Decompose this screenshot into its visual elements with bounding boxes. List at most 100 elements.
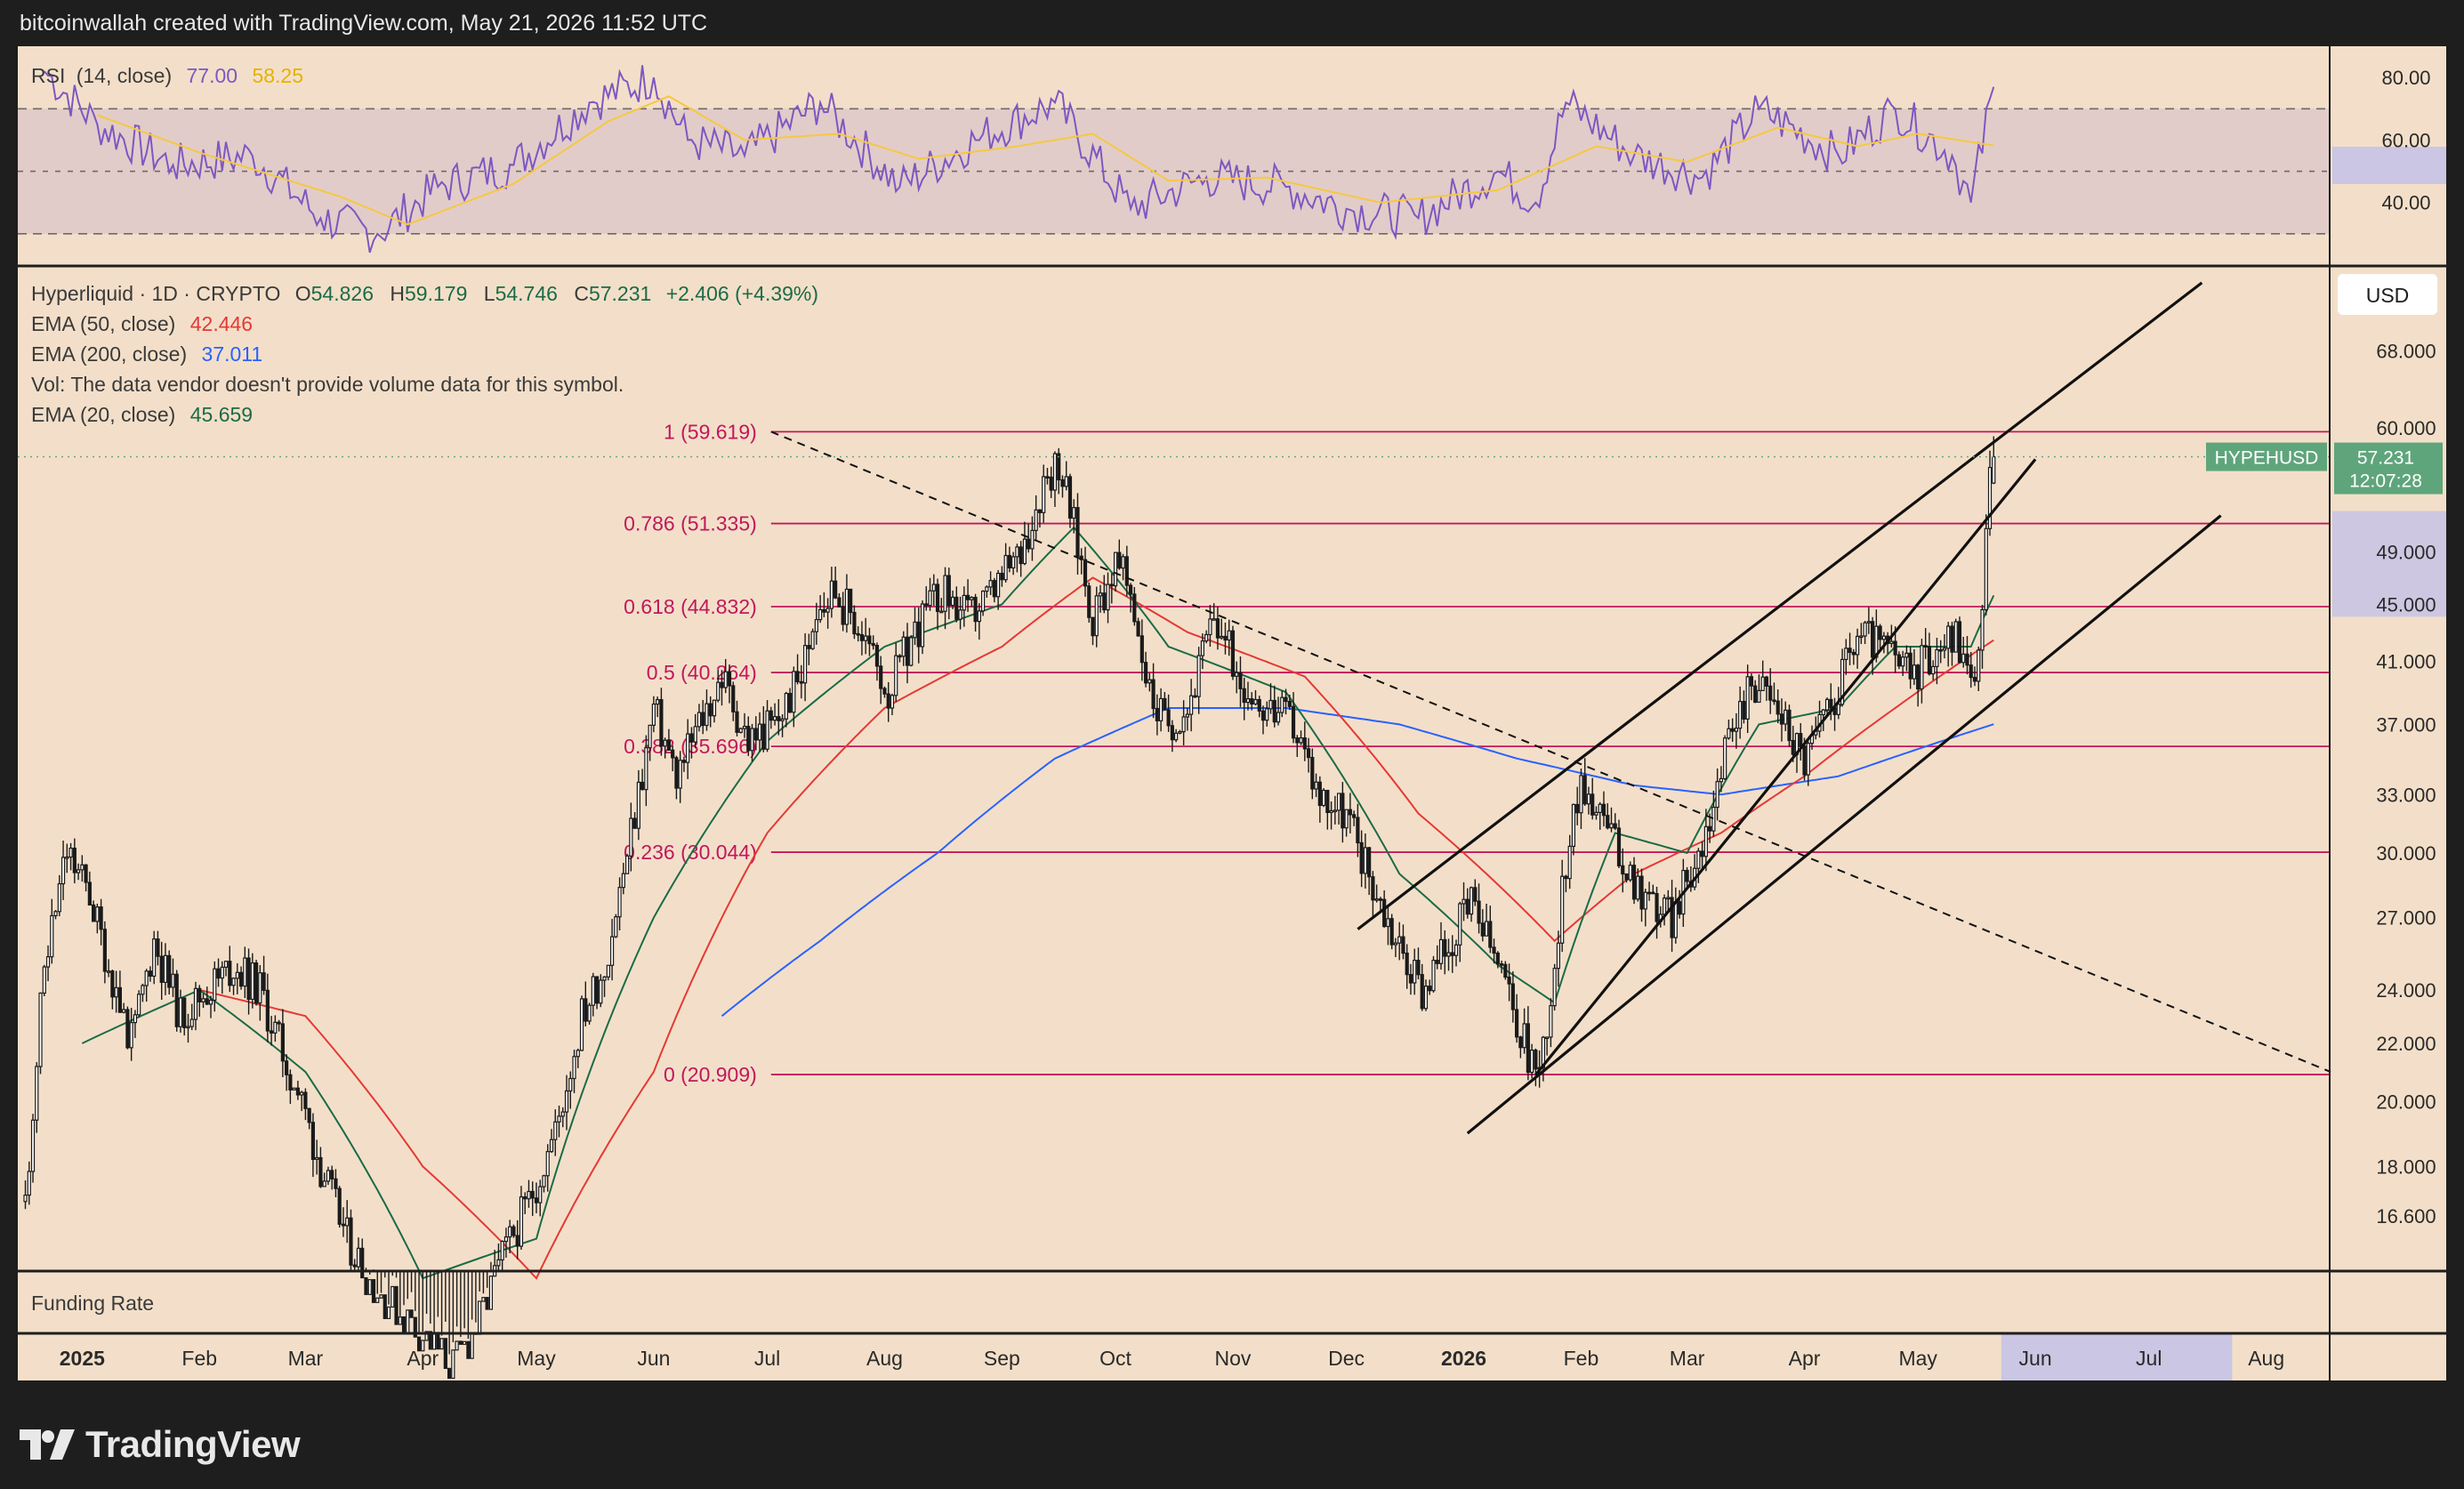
candle-up [1011,556,1016,569]
candle-up [1977,649,1981,682]
candle-down [879,665,883,689]
candle-up [107,970,111,973]
candle-up [943,575,947,612]
candle-down [443,1338,447,1369]
candle-up [614,916,618,938]
price-tick-label: 60.000 [2376,417,2436,439]
price-tick-label: 18.000 [2376,1155,2436,1178]
candle-down [916,621,921,648]
ema200-legend[interactable]: EMA (200, close) 37.011 [31,342,262,366]
ohlc-legend[interactable]: Hyperliquid · 1D · CRYPTO O54.826 H59.17… [31,282,818,305]
candle-down [1685,869,1689,882]
candle-up [503,1236,509,1243]
candle-down [1969,664,1973,679]
ema20-legend[interactable]: EMA (20, close) 45.659 [31,403,253,426]
candle-down [787,692,793,713]
candle-up [1034,509,1038,531]
candle-up [996,572,1001,598]
candle-up [909,637,914,666]
candle-down [1257,698,1261,712]
candle-down [769,710,773,721]
candle-up [133,1014,138,1024]
candle-up [780,718,785,721]
candle-down [727,671,732,687]
fib-label: 1 (59.619) [664,420,757,443]
candle-up [1806,743,1810,776]
candle-down [1871,621,1875,658]
candle-up [178,997,183,1027]
candle-up [1386,918,1390,928]
candle-up [1961,653,1966,664]
ema50-legend[interactable]: EMA (50, close) 42.446 [31,312,253,335]
price-tick-label: 16.600 [2376,1205,2436,1227]
candle-up [1598,803,1602,813]
candle-down [1776,700,1780,715]
candle-down [1007,554,1011,569]
time-tick-label: Mar [288,1347,324,1370]
candle-down [1730,728,1735,732]
candle-down [1389,918,1394,946]
candle-down [1564,875,1568,880]
candle-down [318,1156,323,1187]
candle-up [825,608,830,613]
candle-up [1299,737,1303,744]
time-tick-label: Jul [2136,1347,2162,1370]
candle-up [300,1091,304,1096]
candle-up [1461,898,1466,905]
candle-up [1220,635,1224,639]
candle-up [970,597,974,600]
candle-down [1616,827,1622,866]
candle-up [1431,960,1436,992]
candle-up [1337,793,1341,811]
funding-rate-label[interactable]: Funding Rate [31,1292,154,1315]
candle-up [651,703,656,726]
candle-down [1495,952,1500,965]
candle-up [451,1349,455,1380]
candle-up [1314,781,1318,790]
candle-down [1488,921,1493,948]
candle-down [1938,648,1943,652]
candle-up [1723,737,1727,780]
candle-up [144,970,149,986]
candle-down [666,739,672,751]
candle-down [167,954,172,988]
rsi-axis-highlight [2332,147,2446,184]
candle-up [1628,865,1632,881]
candle-down [1923,645,1928,648]
candle-down [447,1367,452,1380]
candle-down [807,645,811,649]
candle-up [1181,716,1186,733]
candle-down [1787,709,1792,742]
candle-down [1091,616,1095,637]
candle-down [110,970,115,998]
candle-down [954,596,959,620]
candle-up [750,728,754,752]
candle-up [114,986,118,998]
candle-down [1060,479,1065,487]
candle-down [1802,745,1807,776]
candle-up [1208,618,1212,636]
candle-down [1621,865,1625,875]
tradingview-logo[interactable]: TradingView [20,1423,301,1466]
time-tick-label: Dec [1328,1347,1365,1370]
candle-up [439,1338,444,1350]
chart-canvas[interactable]: 1 (59.619) 0.786 (51.335) 0.618 (44.832) 0.… [0,0,2464,1388]
candle-down [1526,1023,1530,1074]
price-tick-label: 27.000 [2376,907,2436,930]
vol-note: Vol: The data vendor doesn't provide vol… [31,373,624,396]
candle-up [609,936,615,966]
candle-up [292,1087,296,1091]
candle-down [341,1223,346,1227]
candle-up [1235,672,1239,677]
candle-down [1250,698,1254,705]
candle-up [235,971,239,979]
candle-up [1363,847,1367,874]
candle-down [1057,453,1061,481]
candle-up [844,588,850,625]
candle-down [898,655,902,658]
candle-down [640,781,645,791]
candle-up [697,712,702,728]
candle-down [270,1030,274,1034]
candle-up [141,985,145,995]
candle-up [606,964,610,978]
